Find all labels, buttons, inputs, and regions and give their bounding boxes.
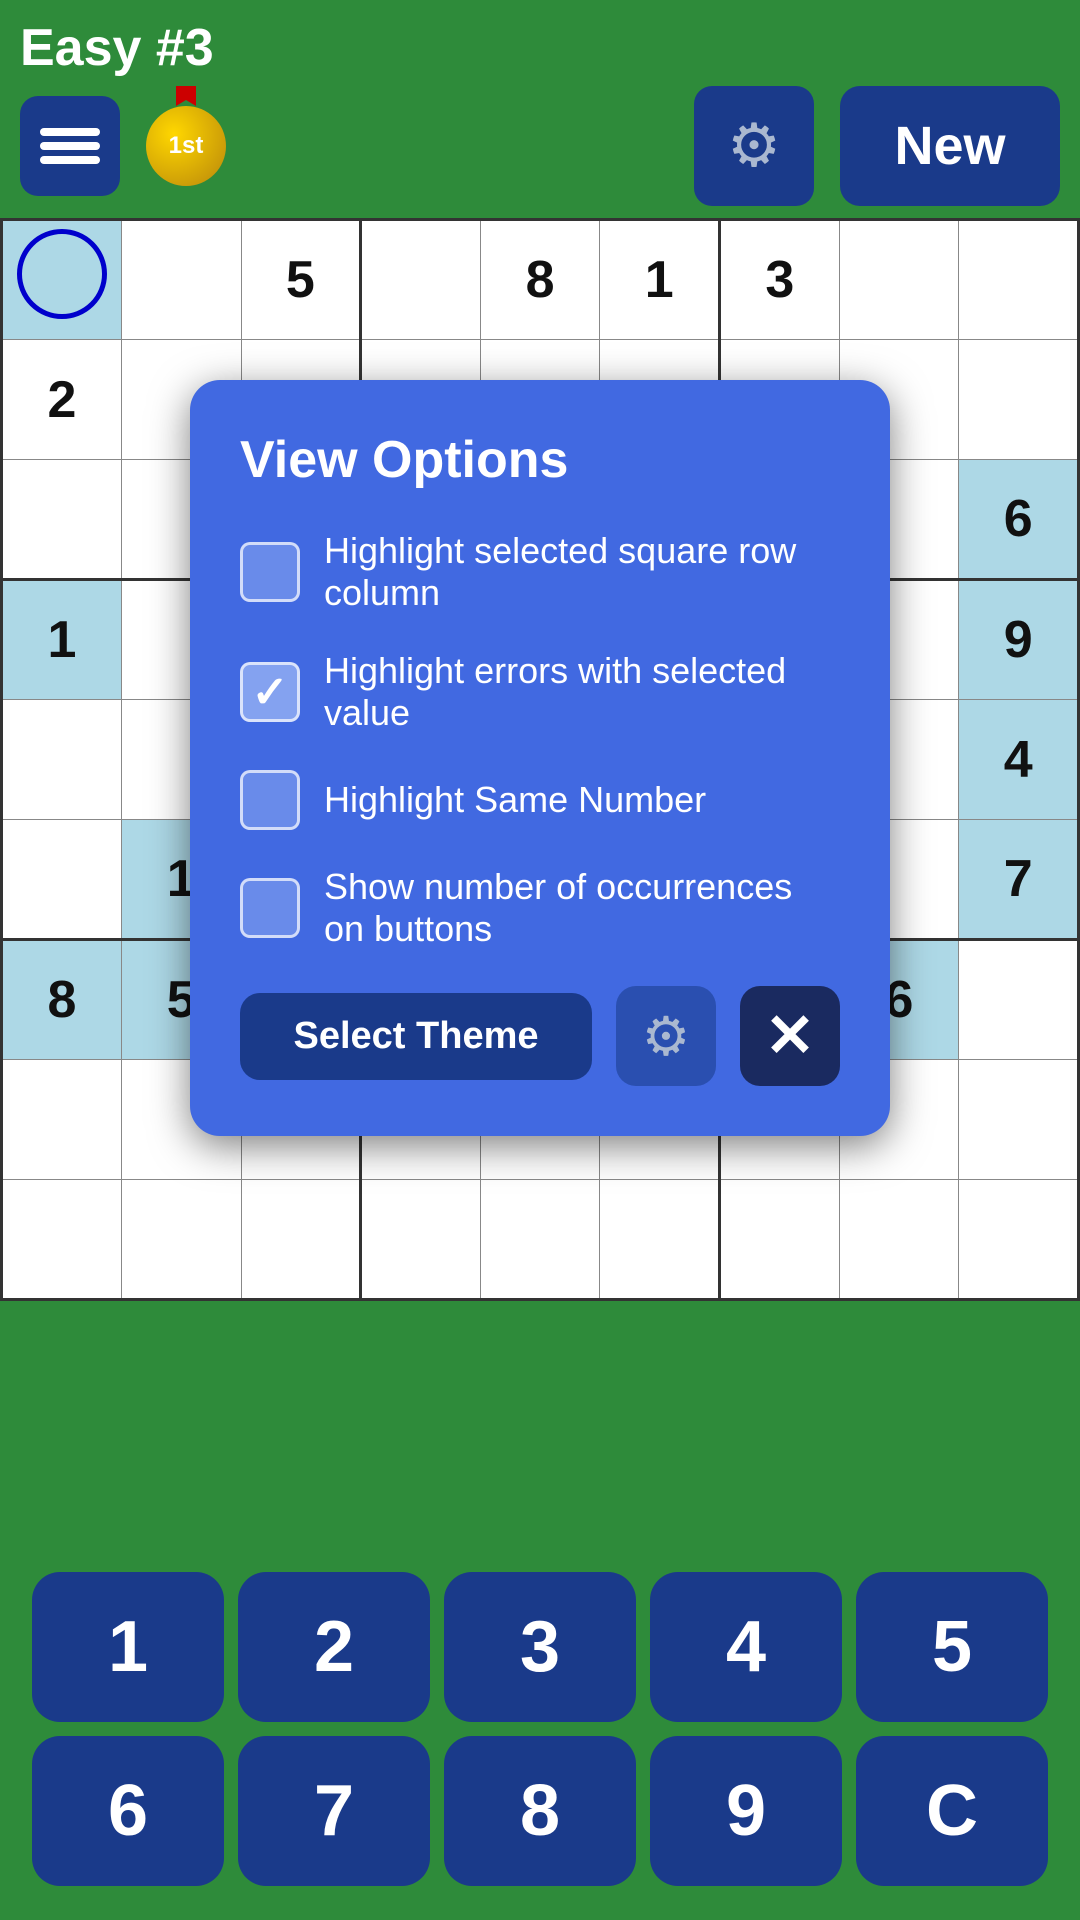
checkbox-3[interactable] — [240, 770, 300, 830]
view-options-dialog: View Options Highlight selected square r… — [190, 380, 890, 1136]
dialog-gear-icon: ⚙ — [642, 1005, 690, 1068]
close-x-icon: ✕ — [765, 1001, 815, 1071]
check-mark-2: ✓ — [252, 667, 289, 718]
dialog-close-button[interactable]: ✕ — [740, 986, 840, 1086]
option-row-3: Highlight Same Number — [240, 770, 840, 830]
modal-overlay: View Options Highlight selected square r… — [0, 0, 1080, 1920]
option-row-4: Show number of occurrences on buttons — [240, 866, 840, 950]
select-theme-button[interactable]: Select Theme — [240, 993, 592, 1080]
option-label-4: Show number of occurrences on buttons — [324, 866, 840, 950]
option-row-2: ✓ Highlight errors with selected value — [240, 650, 840, 734]
checkbox-1[interactable] — [240, 542, 300, 602]
option-label-3: Highlight Same Number — [324, 779, 706, 821]
dialog-settings-button[interactable]: ⚙ — [616, 986, 716, 1086]
dialog-title: View Options — [240, 430, 840, 490]
dialog-buttons: Select Theme ⚙ ✕ — [240, 986, 840, 1086]
option-label-1: Highlight selected square row column — [324, 530, 840, 614]
option-label-2: Highlight errors with selected value — [324, 650, 840, 734]
option-row-1: Highlight selected square row column — [240, 530, 840, 614]
checkbox-4[interactable] — [240, 878, 300, 938]
checkbox-2[interactable]: ✓ — [240, 662, 300, 722]
